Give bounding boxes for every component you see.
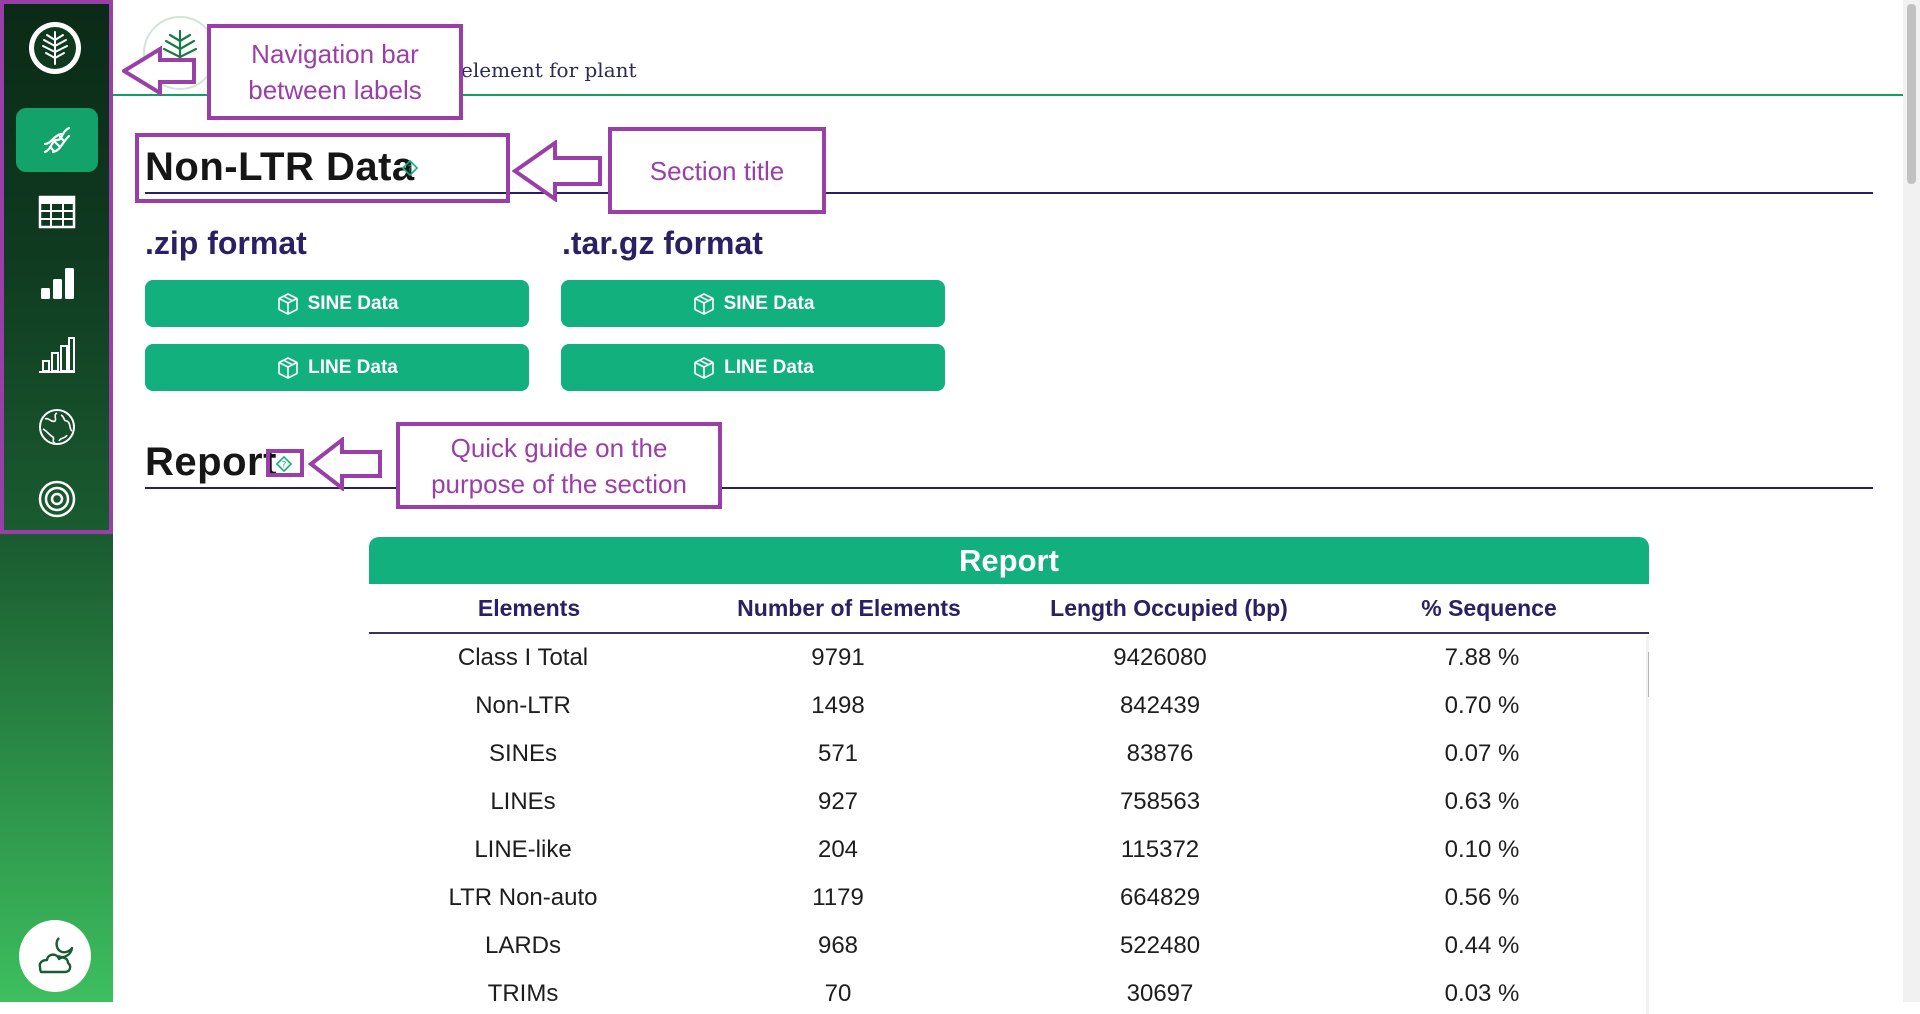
- report-table: Report Elements Number of Elements Lengt…: [369, 537, 1649, 1014]
- cell-element: LARDs: [484, 932, 562, 959]
- theme-toggle-button[interactable]: [19, 920, 91, 992]
- cell-element: LINE-like: [474, 836, 572, 863]
- cell-count: 1179: [812, 884, 864, 911]
- cell-element: LINEs: [490, 788, 556, 815]
- cell-percent: 0.03 %: [1444, 980, 1520, 1007]
- cell-percent: 0.56 %: [1444, 884, 1520, 911]
- annotation-arrow: [308, 437, 382, 491]
- cell-length: 758563: [1119, 788, 1201, 815]
- annotation-arrow: [122, 46, 196, 96]
- cell-length: 115372: [1120, 836, 1200, 863]
- table-row: LTR Non-auto 1179 664829 0.56 %: [369, 874, 1649, 922]
- cell-length: 30697: [1126, 980, 1194, 1007]
- cell-element: Class I Total: [457, 644, 589, 671]
- cell-count: 927: [817, 788, 859, 815]
- page-scrollbar-thumb[interactable]: [1907, 4, 1916, 184]
- zip-format-title: .zip format: [145, 225, 307, 261]
- table-row: LARDs 968 522480 0.44 %: [369, 922, 1649, 970]
- annotation-section-title-label: Section title: [608, 127, 826, 214]
- cell-length: 664829: [1119, 884, 1201, 911]
- column-header: % Sequence: [1421, 594, 1557, 621]
- package-icon: [694, 356, 714, 379]
- targz-line-data-button[interactable]: LINE Data: [561, 344, 945, 391]
- package-icon: [277, 292, 298, 315]
- column-header: Number of Elements: [737, 594, 961, 621]
- report-table-title: Report: [369, 537, 1649, 584]
- cell-count: 968: [817, 932, 859, 959]
- button-label: SINE Data: [723, 292, 815, 314]
- cell-element: TRIMs: [487, 980, 559, 1007]
- zip-line-data-button[interactable]: LINE Data: [145, 344, 529, 391]
- table-row: TRIMs 70 30697 0.03 %: [369, 970, 1649, 1014]
- cell-count: 204: [817, 836, 859, 863]
- table-row: Non-LTR 1498 842439 0.70 %: [369, 682, 1649, 730]
- annotation-nav-label: Navigation bar between labels: [207, 24, 463, 120]
- table-body[interactable]: Class I Total 9791 9426080 7.88 % Non-LT…: [369, 634, 1649, 1014]
- table-row: LINE-like 204 115372 0.10 %: [369, 826, 1649, 874]
- table-row: SINEs 571 83876 0.07 %: [369, 730, 1649, 778]
- cell-length: 522480: [1119, 932, 1201, 959]
- section-title-report: Report: [145, 440, 277, 484]
- table-scrollbar[interactable]: [1646, 636, 1649, 1014]
- package-icon: [278, 356, 298, 379]
- column-header: Length Occupied (bp): [1050, 594, 1288, 621]
- cell-percent: 0.07 %: [1444, 740, 1520, 767]
- cell-percent: 0.70 %: [1444, 692, 1520, 719]
- cell-element: LTR Non-auto: [448, 884, 598, 911]
- cell-length: 9426080: [1113, 644, 1207, 671]
- package-icon: [693, 292, 714, 315]
- cell-percent: 0.10 %: [1444, 836, 1520, 863]
- annotation-section-title-frame: [135, 133, 510, 203]
- annotation-nav-frame: [0, 0, 113, 534]
- targz-sine-data-button[interactable]: SINE Data: [561, 280, 945, 327]
- page-scrollbar[interactable]: [1903, 0, 1920, 1002]
- table-scrollbar-thumb[interactable]: [1648, 652, 1649, 697]
- cell-element: Non-LTR: [475, 692, 571, 719]
- annotation-help-frame: [266, 449, 304, 477]
- cell-count: 9791: [811, 644, 865, 671]
- cell-count: 571: [817, 740, 859, 767]
- column-header: Elements: [477, 594, 581, 621]
- annotation-arrow: [512, 140, 602, 202]
- cell-count: 1498: [811, 692, 865, 719]
- header-tagline: element for plant: [461, 58, 637, 82]
- cell-percent: 0.44 %: [1444, 932, 1520, 959]
- targz-format-title: .tar.gz format: [562, 225, 763, 261]
- zip-sine-data-button[interactable]: SINE Data: [145, 280, 529, 327]
- cell-length: 842439: [1119, 692, 1201, 719]
- cell-percent: 0.63 %: [1444, 788, 1520, 815]
- cell-length: 83876: [1126, 740, 1194, 767]
- annotation-quick-guide-label: Quick guide on the purpose of the sectio…: [396, 422, 722, 509]
- table-header-row: Elements Number of Elements Length Occup…: [369, 584, 1649, 634]
- cell-percent: 7.88 %: [1444, 644, 1520, 671]
- button-label: SINE Data: [307, 292, 399, 314]
- cell-count: 70: [824, 980, 852, 1007]
- table-row: Class I Total 9791 9426080 7.88 %: [369, 634, 1649, 682]
- table-row: LINEs 927 758563 0.63 %: [369, 778, 1649, 826]
- button-label: LINE Data: [308, 356, 398, 378]
- cloud-moon-icon: [38, 937, 74, 974]
- button-label: LINE Data: [724, 356, 814, 378]
- cell-element: SINEs: [488, 740, 557, 767]
